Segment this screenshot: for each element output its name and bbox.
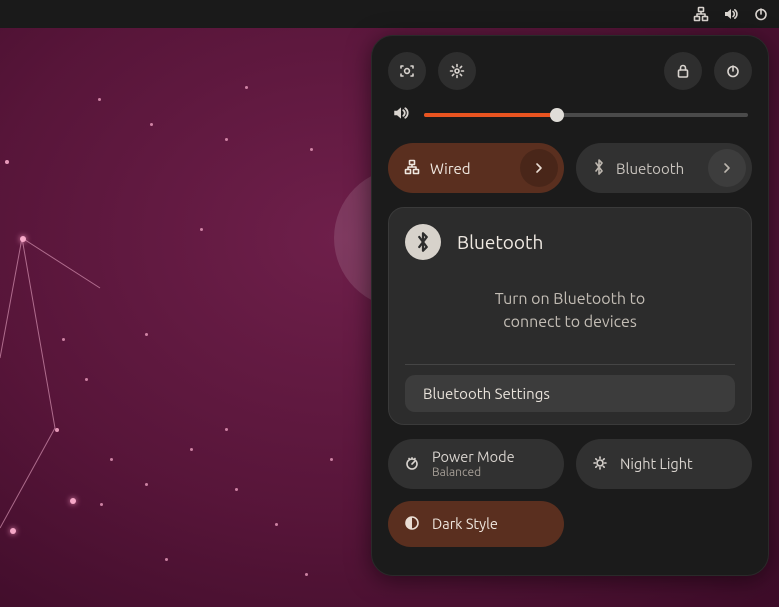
quick-tiles-row: Wired Bluetooth xyxy=(388,143,752,193)
tile-night-light[interactable]: Night Light xyxy=(576,439,752,489)
volume-slider[interactable] xyxy=(424,113,748,117)
tile-label: Bluetooth xyxy=(616,160,698,177)
network-wired-icon xyxy=(404,159,420,178)
quick-settings-panel: Wired Bluetooth Bluetooth Turn on Blueto… xyxy=(371,35,769,576)
dark-style-icon xyxy=(404,515,420,534)
bottom-tiles-row-1: Power Mode Balanced Night Light xyxy=(388,439,752,489)
settings-button[interactable] xyxy=(438,52,476,90)
volume-icon xyxy=(392,104,410,125)
volume-row xyxy=(388,104,752,125)
bluetooth-settings-button[interactable]: Bluetooth Settings xyxy=(405,375,735,412)
tile-bluetooth[interactable]: Bluetooth xyxy=(576,143,752,193)
bluetooth-icon xyxy=(405,224,441,260)
volume-icon[interactable] xyxy=(723,6,739,22)
power-mode-subtitle: Balanced xyxy=(432,466,515,479)
tile-power-mode[interactable]: Power Mode Balanced xyxy=(388,439,564,489)
bottom-tiles-row-2: Dark Style xyxy=(388,501,752,547)
tile-label: Wired xyxy=(430,160,510,177)
lock-button[interactable] xyxy=(664,52,702,90)
tile-dark-style[interactable]: Dark Style xyxy=(388,501,564,547)
dark-style-title: Dark Style xyxy=(432,516,498,533)
power-mode-icon xyxy=(404,455,420,474)
chevron-right-icon[interactable] xyxy=(520,149,558,187)
chevron-right-icon[interactable] xyxy=(708,149,746,187)
bluetooth-card-title: Bluetooth xyxy=(457,231,543,253)
screenshot-button[interactable] xyxy=(388,52,426,90)
panel-header xyxy=(388,52,752,90)
power-button[interactable] xyxy=(714,52,752,90)
night-light-icon xyxy=(592,455,608,474)
network-wired-icon[interactable] xyxy=(693,6,709,22)
top-menu-bar xyxy=(0,0,779,28)
bluetooth-card: Bluetooth Turn on Bluetooth to connect t… xyxy=(388,207,752,425)
power-icon[interactable] xyxy=(753,6,769,22)
divider xyxy=(405,364,735,365)
bluetooth-icon xyxy=(592,159,606,178)
tile-wired[interactable]: Wired xyxy=(388,143,564,193)
bluetooth-card-message: Turn on Bluetooth to connect to devices xyxy=(425,288,715,334)
power-mode-title: Power Mode xyxy=(432,449,515,466)
night-light-title: Night Light xyxy=(620,456,693,473)
